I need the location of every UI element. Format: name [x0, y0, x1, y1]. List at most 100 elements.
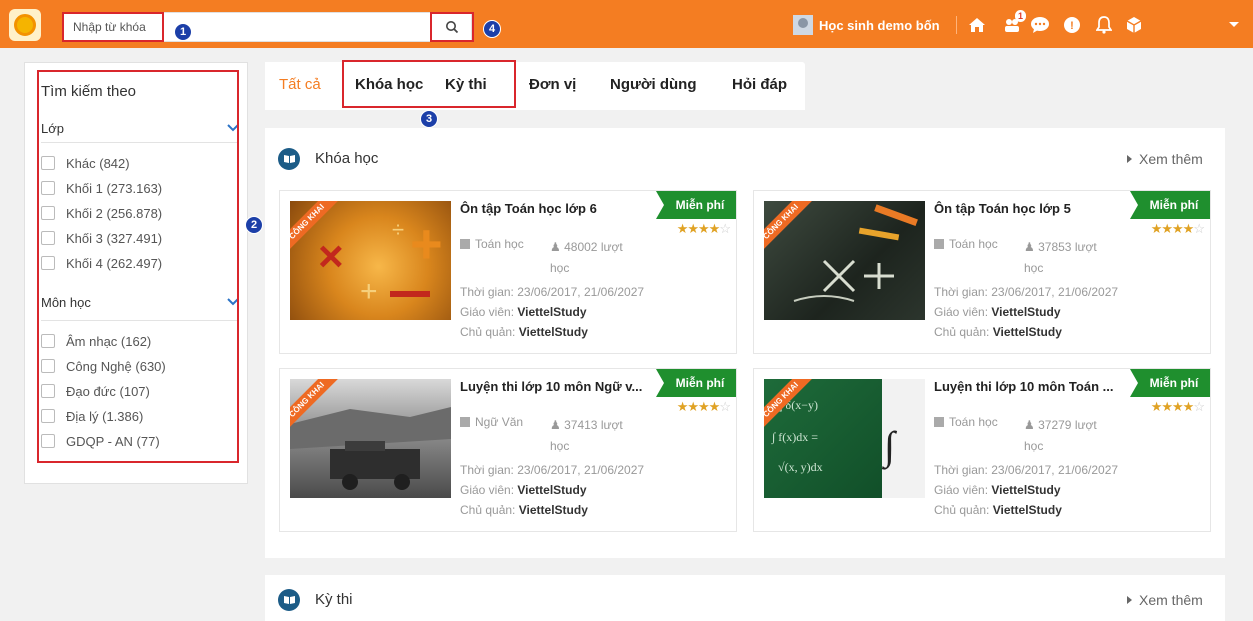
course-owner: Chủ quản: ViettelStudy: [460, 503, 588, 517]
tab-users[interactable]: Người dùng: [610, 76, 697, 93]
book-icon: [934, 417, 944, 427]
home-icon[interactable]: [965, 13, 989, 37]
caret-right-icon: [1127, 596, 1132, 604]
see-more-link[interactable]: Xem thêm: [1127, 151, 1203, 167]
svg-text:×: ×: [318, 232, 344, 281]
teacher-value: ViettelStudy: [991, 483, 1061, 497]
rating-stars: ★★★★☆: [676, 399, 731, 414]
callout-box-search-button: [430, 12, 474, 42]
rating-stars: ★★★★☆: [1150, 221, 1205, 236]
course-card[interactable]: CÔNG KHAI Ôn tập Toán học lớp 5 Miễn phí…: [753, 190, 1211, 354]
owner-label: Chủ quản:: [460, 325, 516, 339]
tab-all[interactable]: Tất cả: [279, 76, 321, 93]
logo-mark: [14, 14, 36, 36]
course-card[interactable]: CÔNG KHAI Luyện thi lớp 10 môn Ngữ v... …: [279, 368, 737, 532]
tab-units[interactable]: Đơn vị: [529, 76, 576, 93]
course-subject: Toán học: [934, 415, 998, 429]
course-teacher: Giáo viên: ViettelStudy: [934, 305, 1061, 319]
callout-number-2: 2: [245, 216, 263, 234]
course-thumbnail: × + + ÷ CÔNG KHAI: [290, 201, 451, 320]
header-divider: [956, 16, 957, 34]
course-teacher: Giáo viên: ViettelStudy: [934, 483, 1061, 497]
owner-label: Chủ quản:: [934, 325, 990, 339]
views-label: 37413 lượt học: [550, 418, 623, 453]
subject-label: Toán học: [475, 237, 524, 251]
avatar: [793, 15, 813, 35]
alert-icon[interactable]: !: [1060, 13, 1084, 37]
svg-text:∫ f(x)dx =: ∫ f(x)dx =: [771, 430, 818, 444]
course-owner: Chủ quản: ViettelStudy: [934, 325, 1062, 339]
friends-icon[interactable]: 1: [1000, 10, 1026, 37]
book-icon: [460, 239, 470, 249]
time-label: Thời gian:: [934, 463, 988, 477]
course-time: Thời gian: 23/06/2017, 21/06/2027: [934, 285, 1118, 299]
course-thumbnail: CÔNG KHAI: [764, 201, 925, 320]
callout-box-search: [62, 12, 164, 42]
course-title[interactable]: Ôn tập Toán học lớp 5: [934, 201, 1144, 216]
chevron-down-icon[interactable]: [1222, 13, 1246, 37]
user-icon: ♟: [550, 418, 561, 432]
owner-value: ViettelStudy: [992, 325, 1062, 339]
owner-value: ViettelStudy: [518, 325, 588, 339]
free-tag: Miễn phí: [1130, 369, 1210, 397]
time-value: 23/06/2017, 21/06/2027: [991, 285, 1119, 299]
section-title: Kỳ thi: [315, 591, 353, 608]
time-label: Thời gian:: [460, 285, 514, 299]
course-views: ♟ 48002 lượt học: [550, 237, 645, 279]
course-time: Thời gian: 23/06/2017, 21/06/2027: [460, 285, 644, 299]
app-logo[interactable]: [9, 9, 41, 41]
callout-box-filters: [37, 70, 239, 463]
teacher-value: ViettelStudy: [517, 483, 587, 497]
teacher-label: Giáo viên:: [460, 305, 515, 319]
course-time: Thời gian: 23/06/2017, 21/06/2027: [460, 463, 644, 477]
user-icon: ♟: [1024, 418, 1035, 432]
course-title[interactable]: Luyện thi lớp 10 môn Ngữ v...: [460, 379, 670, 394]
course-views: ♟ 37279 lượt học: [1024, 415, 1119, 457]
course-title[interactable]: Luyện thi lớp 10 môn Toán ...: [934, 379, 1144, 394]
course-subject: Ngữ Văn: [460, 415, 523, 429]
teacher-label: Giáo viên:: [934, 483, 989, 497]
svg-text:!: !: [1070, 20, 1074, 32]
teacher-label: Giáo viên:: [460, 483, 515, 497]
bell-icon[interactable]: [1092, 13, 1116, 37]
teacher-label: Giáo viên:: [934, 305, 989, 319]
book-icon: [460, 417, 470, 427]
tab-qa[interactable]: Hỏi đáp: [732, 76, 787, 93]
teacher-value: ViettelStudy: [517, 305, 587, 319]
package-icon[interactable]: [1122, 13, 1146, 37]
time-label: Thời gian:: [460, 463, 514, 477]
book-icon: [934, 239, 944, 249]
course-views: ♟ 37853 lượt học: [1024, 237, 1119, 279]
subject-label: Toán học: [949, 237, 998, 251]
views-label: 37853 lượt học: [1024, 240, 1097, 275]
free-tag: Miễn phí: [1130, 191, 1210, 219]
owner-value: ViettelStudy: [992, 503, 1062, 517]
course-title[interactable]: Ôn tập Toán học lớp 6: [460, 201, 670, 216]
course-card[interactable]: ∑ δ(x−y) ∫ f(x)dx = √(x, y)dx ∫ CÔNG KHA…: [753, 368, 1211, 532]
see-more-link[interactable]: Xem thêm: [1127, 592, 1203, 608]
chat-icon[interactable]: [1028, 13, 1052, 37]
course-views: ♟ 37413 lượt học: [550, 415, 645, 457]
user-menu[interactable]: Học sinh demo bốn: [793, 14, 940, 36]
book-icon: [278, 148, 300, 170]
user-icon: ♟: [1024, 240, 1035, 254]
course-owner: Chủ quản: ViettelStudy: [460, 325, 588, 339]
user-icon: ♟: [550, 240, 561, 254]
see-more-label: Xem thêm: [1139, 151, 1203, 167]
owner-value: ViettelStudy: [518, 503, 588, 517]
views-label: 48002 lượt học: [550, 240, 623, 275]
section-title: Khóa học: [315, 150, 379, 167]
subject-label: Ngữ Văn: [475, 415, 524, 429]
time-label: Thời gian:: [934, 285, 988, 299]
user-name: Học sinh demo bốn: [819, 17, 940, 33]
course-thumbnail: CÔNG KHAI: [290, 379, 451, 498]
time-value: 23/06/2017, 21/06/2027: [517, 463, 645, 477]
svg-text:+: +: [410, 212, 443, 275]
course-card[interactable]: × + + ÷ CÔNG KHAI Ôn tập Toán học lớp 6 …: [279, 190, 737, 354]
svg-text:+: +: [360, 275, 378, 308]
time-value: 23/06/2017, 21/06/2027: [517, 285, 645, 299]
svg-text:÷: ÷: [392, 217, 404, 242]
rating-stars: ★★★★☆: [1150, 399, 1205, 414]
course-teacher: Giáo viên: ViettelStudy: [460, 305, 587, 319]
course-time: Thời gian: 23/06/2017, 21/06/2027: [934, 463, 1118, 477]
